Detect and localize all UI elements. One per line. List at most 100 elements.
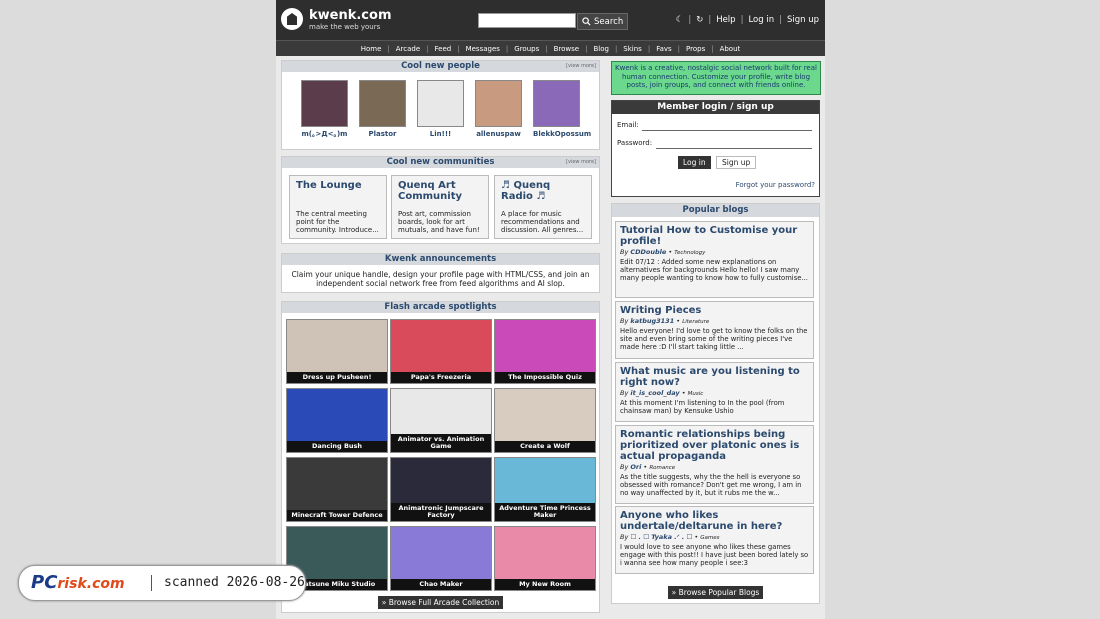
- blog-card[interactable]: Tutorial How to Customise your profile! …: [615, 221, 814, 298]
- game-tile[interactable]: Dancing Bush: [286, 388, 388, 453]
- blog-title[interactable]: What music are you listening to right no…: [616, 363, 813, 388]
- person-name[interactable]: m(｡>Д<｡)m: [301, 130, 348, 138]
- signup-link[interactable]: Sign up: [787, 15, 819, 25]
- browse-blogs-button[interactable]: » Browse Popular Blogs: [667, 586, 764, 599]
- person-card[interactable]: allenuspaw: [475, 80, 522, 138]
- announcements-panel: Kwenk announcements Claim your unique ha…: [281, 253, 600, 293]
- nav-arcade[interactable]: Arcade: [396, 45, 420, 53]
- game-tile[interactable]: Create a Wolf: [494, 388, 596, 453]
- person-name[interactable]: Lin!!!: [417, 130, 464, 138]
- login-link[interactable]: Log in: [748, 15, 774, 25]
- blog-card[interactable]: Writing Pieces By katbug3131 • Literatur…: [615, 301, 814, 359]
- game-name[interactable]: Papa's Freezeria: [391, 372, 491, 383]
- browse-arcade-button[interactable]: » Browse Full Arcade Collection: [377, 596, 504, 609]
- nav-blog[interactable]: Blog: [593, 45, 608, 53]
- game-name[interactable]: Minecraft Tower Defence: [287, 510, 387, 521]
- people-view-more[interactable]: [view more]: [566, 61, 596, 72]
- game-name[interactable]: Adventure Time Princess Maker: [495, 503, 595, 521]
- watermark-brand: PC: [31, 572, 58, 593]
- blog-category[interactable]: Games: [700, 535, 719, 541]
- search-button[interactable]: Search: [577, 13, 629, 30]
- search-input[interactable]: [478, 13, 576, 28]
- game-tile[interactable]: Dress up Pusheen!: [286, 319, 388, 384]
- blog-category[interactable]: Romance: [649, 465, 675, 471]
- game-tile[interactable]: Animatronic Jumpscare Factory: [390, 457, 492, 522]
- nav-browse[interactable]: Browse: [554, 45, 580, 53]
- game-tile[interactable]: My New Room: [494, 526, 596, 591]
- announcements-header: Kwenk announcements: [282, 254, 599, 265]
- login-button[interactable]: Log in: [678, 156, 711, 169]
- game-name[interactable]: Animatronic Jumpscare Factory: [391, 503, 491, 521]
- nav-groups[interactable]: Groups: [514, 45, 539, 53]
- community-card[interactable]: ♬ Quenq Radio ♬ A place for music recomm…: [494, 175, 592, 239]
- game-name[interactable]: Animator vs. Animation Game: [391, 434, 491, 452]
- blog-title[interactable]: Tutorial How to Customise your profile!: [616, 222, 813, 247]
- game-name[interactable]: Create a Wolf: [495, 441, 595, 452]
- community-card[interactable]: Quenq Art Community Post art, commission…: [391, 175, 489, 239]
- nav-about[interactable]: About: [720, 45, 741, 53]
- game-name[interactable]: Dancing Bush: [287, 441, 387, 452]
- forgot-password-link[interactable]: Forgot your password?: [736, 181, 815, 189]
- game-tile[interactable]: Adventure Time Princess Maker: [494, 457, 596, 522]
- blog-category[interactable]: Music: [688, 391, 704, 397]
- site-name[interactable]: kwenk.com: [309, 8, 392, 23]
- blog-author[interactable]: it_is_cool_day: [630, 389, 679, 397]
- game-tile[interactable]: Animator vs. Animation Game: [390, 388, 492, 453]
- avatar[interactable]: [533, 80, 580, 127]
- person-card[interactable]: Plastor: [359, 80, 406, 138]
- refresh-icon[interactable]: ↻: [696, 15, 703, 25]
- person-name[interactable]: allenuspaw: [475, 130, 522, 138]
- blog-title[interactable]: Writing Pieces: [616, 302, 813, 316]
- blog-category[interactable]: Literature: [682, 319, 709, 325]
- community-title[interactable]: The Lounge: [290, 176, 386, 191]
- nav-feed[interactable]: Feed: [435, 45, 452, 53]
- blog-title[interactable]: Romantic relationships being prioritized…: [616, 426, 813, 462]
- nav-favs[interactable]: Favs: [656, 45, 671, 53]
- game-name[interactable]: My New Room: [495, 579, 595, 590]
- nav-home[interactable]: Home: [361, 45, 382, 53]
- blog-author[interactable]: ☐ . ☐ Tyaka .ᐟ . ☐: [630, 533, 692, 541]
- announcement-text: Claim your unique handle, design your pr…: [291, 270, 590, 288]
- game-name[interactable]: Dress up Pusheen!: [287, 372, 387, 383]
- nav-messages[interactable]: Messages: [466, 45, 500, 53]
- community-title[interactable]: Quenq Art Community: [392, 176, 488, 202]
- blog-card[interactable]: Anyone who likes undertale/deltarune in …: [615, 506, 814, 574]
- signup-button[interactable]: Sign up: [716, 156, 757, 169]
- community-card[interactable]: The Lounge The central meeting point for…: [289, 175, 387, 239]
- blog-author[interactable]: CDDouble: [630, 248, 666, 256]
- blog-category[interactable]: Technology: [674, 250, 705, 256]
- avatar[interactable]: [475, 80, 522, 127]
- theme-icon[interactable]: ☾: [676, 15, 684, 25]
- blog-card[interactable]: What music are you listening to right no…: [615, 362, 814, 422]
- game-tile[interactable]: Minecraft Tower Defence: [286, 457, 388, 522]
- people-list: m(｡>Д<｡)m Plastor Lin!!! allenuspaw Blek…: [282, 72, 599, 138]
- community-title[interactable]: ♬ Quenq Radio ♬: [495, 176, 591, 202]
- help-link[interactable]: Help: [716, 15, 735, 25]
- game-name[interactable]: The Impossible Quiz: [495, 372, 595, 383]
- game-tile[interactable]: The Impossible Quiz: [494, 319, 596, 384]
- avatar[interactable]: [301, 80, 348, 127]
- blog-author[interactable]: katbug3131: [630, 317, 674, 325]
- blog-card[interactable]: Romantic relationships being prioritized…: [615, 425, 814, 504]
- blog-author[interactable]: Ori: [630, 463, 641, 471]
- email-field[interactable]: [642, 118, 812, 131]
- person-name[interactable]: BlekkOpossum: [533, 130, 591, 138]
- communities-view-more[interactable]: [view more]: [566, 157, 596, 168]
- page: kwenk.com make the web yours Search ☾ | ↻…: [276, 0, 825, 619]
- person-card[interactable]: Lin!!!: [417, 80, 464, 138]
- blog-title[interactable]: Anyone who likes undertale/deltarune in …: [616, 507, 813, 532]
- home-icon[interactable]: [281, 8, 303, 30]
- game-tile[interactable]: Papa's Freezeria: [390, 319, 492, 384]
- nav-props[interactable]: Props: [686, 45, 705, 53]
- game-tile[interactable]: Chao Maker: [390, 526, 492, 591]
- nav-skins[interactable]: Skins: [623, 45, 642, 53]
- person-card[interactable]: m(｡>Д<｡)m: [301, 80, 348, 138]
- avatar[interactable]: [417, 80, 464, 127]
- game-name[interactable]: Chao Maker: [391, 579, 491, 590]
- community-desc: Post art, commission boards, look for ar…: [398, 210, 480, 234]
- password-field[interactable]: [656, 136, 812, 149]
- person-card[interactable]: BlekkOpossum: [533, 80, 591, 138]
- main-nav: Home | Arcade | Feed | Messages | Groups | Br…: [276, 40, 825, 56]
- avatar[interactable]: [359, 80, 406, 127]
- person-name[interactable]: Plastor: [359, 130, 406, 138]
